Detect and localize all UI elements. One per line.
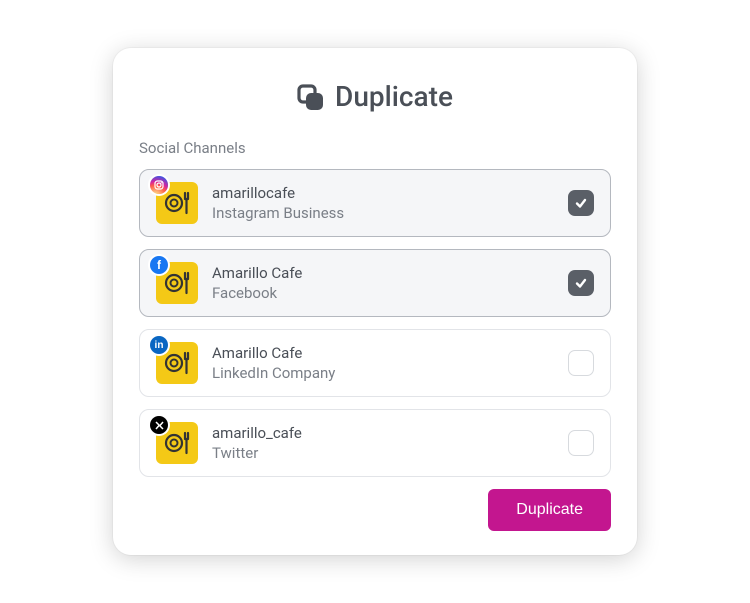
channel-platform: Instagram Business bbox=[212, 203, 554, 223]
plate-fork-icon bbox=[162, 428, 192, 458]
channel-name: Amarillo Cafe bbox=[212, 343, 554, 363]
check-icon bbox=[574, 196, 588, 210]
plate-fork-icon bbox=[162, 348, 192, 378]
channel-row[interactable]: amarillo_cafe Twitter bbox=[139, 409, 611, 477]
channel-name: amarillo_cafe bbox=[212, 423, 554, 443]
section-label: Social Channels bbox=[139, 139, 611, 157]
linkedin-icon: in bbox=[150, 336, 168, 354]
plate-fork-icon bbox=[162, 188, 192, 218]
channel-platform: LinkedIn Company bbox=[212, 363, 554, 383]
duplicate-icon bbox=[297, 84, 323, 110]
channel-checkbox[interactable] bbox=[568, 430, 594, 456]
instagram-icon bbox=[150, 176, 168, 194]
plate-fork-icon bbox=[162, 268, 192, 298]
channel-name: Amarillo Cafe bbox=[212, 263, 554, 283]
channel-platform: Twitter bbox=[212, 443, 554, 463]
channel-row[interactable]: amarillocafe Instagram Business bbox=[139, 169, 611, 237]
channel-name: amarillocafe bbox=[212, 183, 554, 203]
dialog-footer: Duplicate bbox=[139, 489, 611, 531]
channel-avatar: f bbox=[156, 262, 198, 304]
channel-checkbox[interactable] bbox=[568, 190, 594, 216]
channel-platform: Facebook bbox=[212, 283, 554, 303]
check-icon bbox=[574, 276, 588, 290]
facebook-icon: f bbox=[150, 256, 168, 274]
x-icon bbox=[150, 416, 168, 434]
channel-checkbox[interactable] bbox=[568, 270, 594, 296]
channel-row[interactable]: f Amarillo Cafe Facebook bbox=[139, 249, 611, 317]
channel-avatar bbox=[156, 422, 198, 464]
channel-checkbox[interactable] bbox=[568, 350, 594, 376]
channel-row[interactable]: in Amarillo Cafe LinkedIn Company bbox=[139, 329, 611, 397]
dialog-header: Duplicate bbox=[139, 80, 611, 113]
channel-avatar bbox=[156, 182, 198, 224]
duplicate-dialog: Duplicate Social Channels amarillocafe I… bbox=[113, 48, 637, 555]
dialog-title: Duplicate bbox=[335, 80, 453, 113]
channel-avatar: in bbox=[156, 342, 198, 384]
duplicate-button[interactable]: Duplicate bbox=[488, 489, 611, 531]
